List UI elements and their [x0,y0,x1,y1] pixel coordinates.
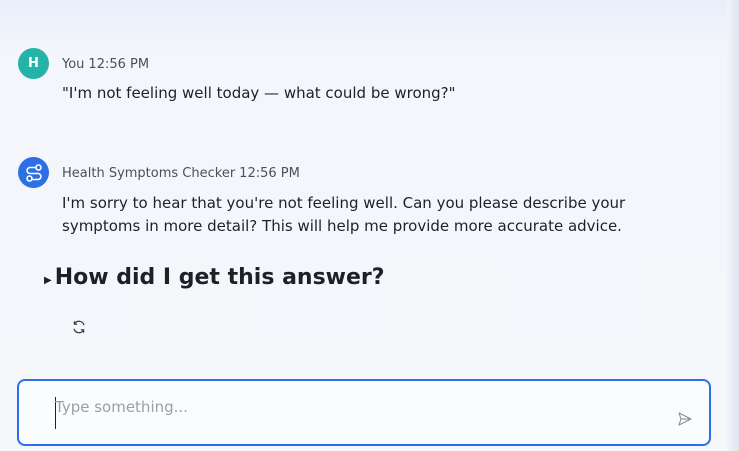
sender-name: Health Symptoms Checker [62,166,236,181]
timestamp: 12:56 PM [239,166,300,181]
message-input[interactable] [55,393,635,421]
answer-details-toggle[interactable]: ▶ How did I get this answer? [44,265,385,290]
message-text: I'm sorry to hear that you're not feelin… [62,194,626,235]
send-icon[interactable] [677,411,693,427]
sender-name: You [62,57,85,72]
scroll-edge [727,0,739,451]
bot-message: Health Symptoms Checker 12:56 PM I'm sorr… [18,157,699,247]
message-meta: Health Symptoms Checker 12:56 PM [62,166,300,181]
avatar-letter: H [28,56,39,71]
message-text: "I'm not feeling well today — what could… [62,84,456,102]
message-composer [17,379,711,446]
bot-route-icon [25,163,42,182]
timestamp: 12:56 PM [88,57,150,72]
user-avatar: H [18,48,49,79]
answer-details-label: How did I get this answer? [54,265,385,290]
user-message: H You 12:56 PM "I'm not feeling well toda… [18,48,699,108]
message-meta: You 12:56 PM [62,57,149,72]
refresh-icon[interactable] [71,319,87,335]
bot-avatar [18,157,49,188]
triangle-right-icon: ▶ [44,275,52,286]
